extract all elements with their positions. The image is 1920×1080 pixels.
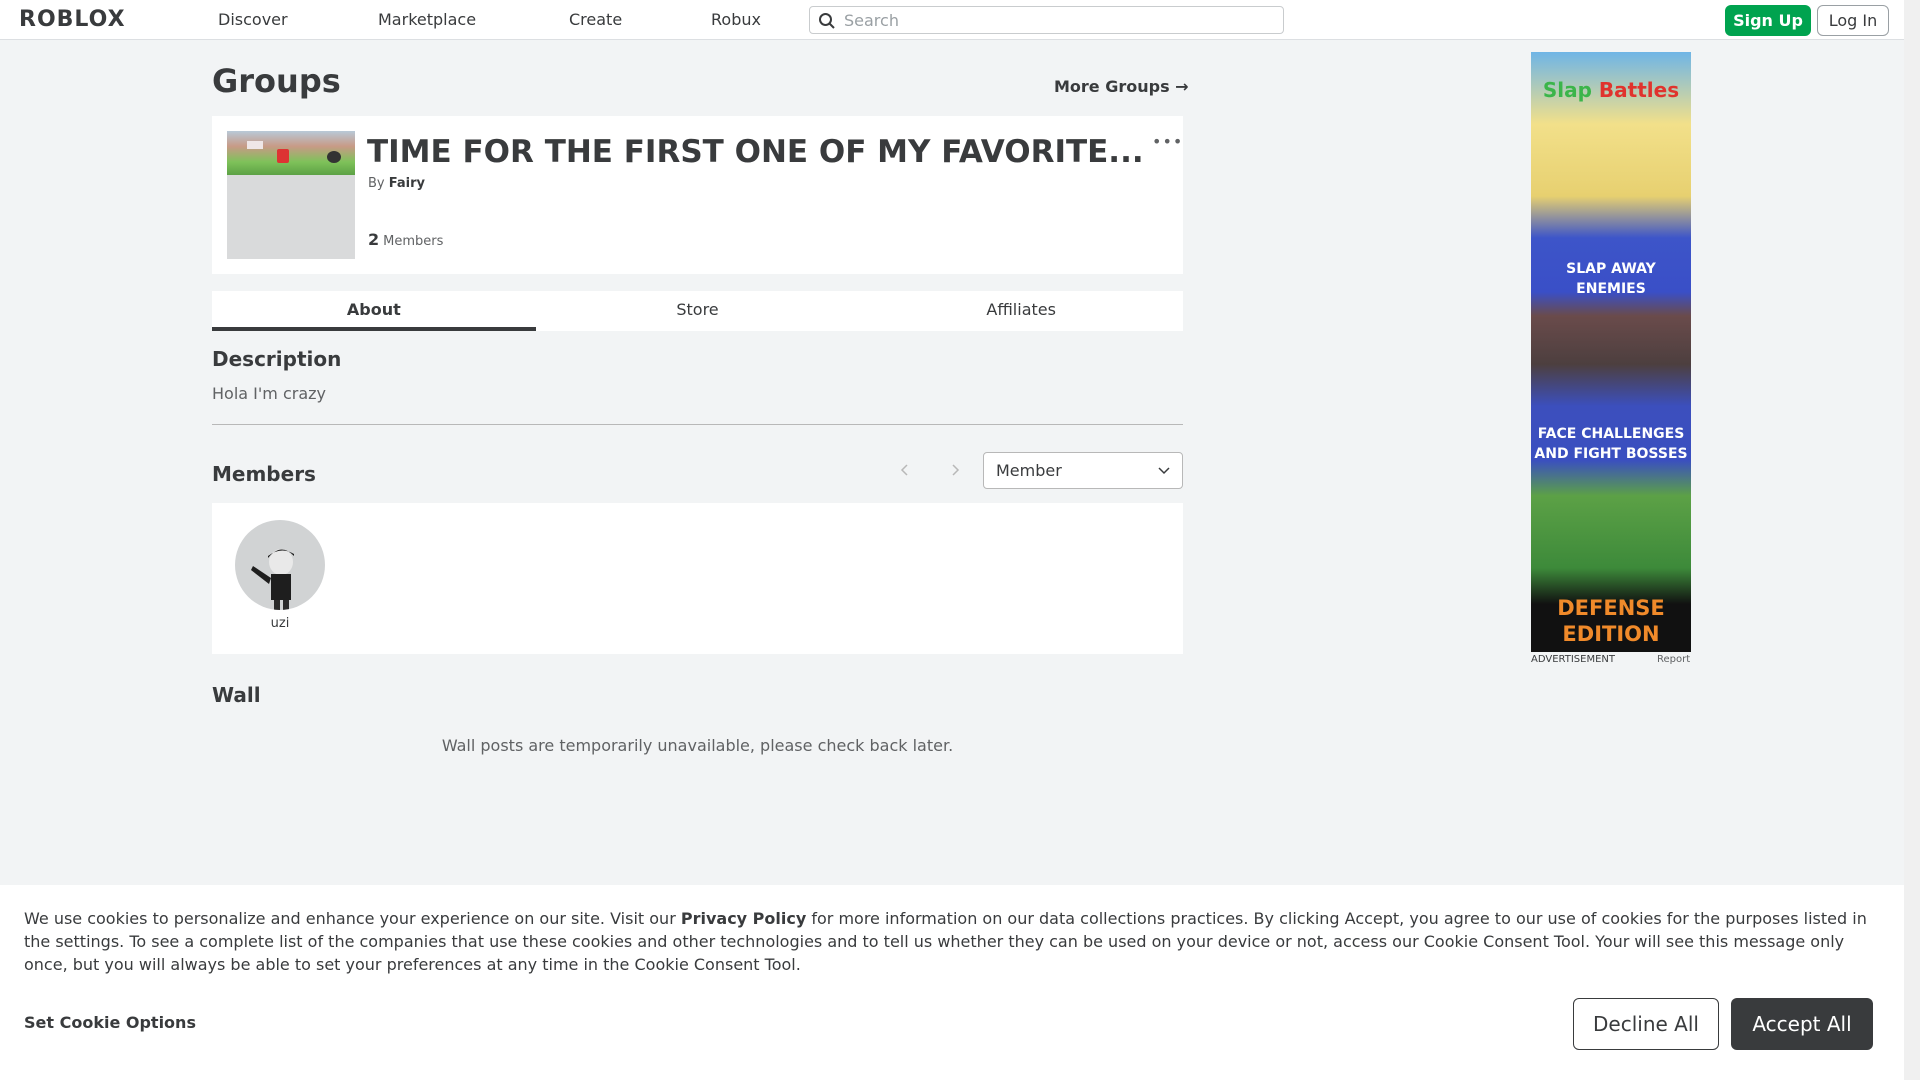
member-name[interactable]: uzi [235, 616, 325, 631]
search-box [809, 6, 1284, 34]
cookie-message: We use cookies to personalize and enhanc… [24, 907, 1884, 976]
ad-title-part2: Battles [1598, 78, 1680, 102]
ad-slogan-3: DEFENSE EDITION [1531, 595, 1691, 647]
ad-line-5: DEFENSE [1557, 596, 1665, 620]
group-member-count: 2 Members [368, 230, 443, 249]
owner-link[interactable]: Fairy [389, 176, 425, 191]
decline-all-button[interactable]: Decline All [1573, 998, 1719, 1050]
members-list: uzi [212, 503, 1183, 654]
accept-all-button[interactable]: Accept All [1731, 998, 1873, 1050]
ad-line-3: FACE CHALLENGES [1537, 426, 1685, 442]
nav-discover[interactable]: Discover [218, 10, 288, 29]
tab-store[interactable]: Store [536, 291, 860, 331]
role-select-value: Member [996, 461, 1062, 480]
avatar-figure-icon [251, 549, 294, 610]
more-options-icon[interactable]: ••• [1152, 132, 1183, 151]
report-ad-link[interactable]: Report [1657, 654, 1690, 665]
top-navigation-bar: ROBLOX Discover Marketplace Create Robux… [0, 0, 1904, 40]
description-heading: Description [212, 347, 342, 371]
group-name: TIME FOR THE FIRST ONE OF MY FAVORITE... [367, 134, 1144, 170]
privacy-policy-link[interactable]: Privacy Policy [681, 909, 806, 928]
ad-slogan-1: SLAP AWAY ENEMIES [1531, 259, 1691, 299]
tab-about[interactable]: About [212, 291, 536, 331]
description-text: Hola I'm crazy [212, 384, 326, 403]
ad-slogan-2: FACE CHALLENGES AND FIGHT BOSSES [1531, 424, 1691, 464]
section-divider [212, 424, 1183, 425]
more-groups-link[interactable]: More Groups → [1054, 77, 1189, 96]
sign-up-button[interactable]: Sign Up [1725, 5, 1811, 36]
tab-affiliates[interactable]: Affiliates [859, 291, 1183, 331]
set-cookie-options-link[interactable]: Set Cookie Options [24, 1013, 196, 1032]
page-title: Groups [212, 62, 341, 100]
cookie-text-before: We use cookies to personalize and enhanc… [24, 909, 681, 928]
ad-line-6: EDITION [1562, 622, 1660, 646]
log-in-button[interactable]: Log In [1817, 5, 1889, 36]
previous-page-icon[interactable] [895, 460, 915, 480]
advertisement-label: ADVERTISEMENT [1531, 654, 1616, 665]
group-emblem-image [227, 131, 355, 259]
member-count-value: 2 [368, 230, 380, 249]
nav-create[interactable]: Create [569, 10, 622, 29]
by-label: By [368, 176, 385, 191]
ad-title-part1: Slap [1542, 78, 1592, 102]
roblox-logo[interactable]: ROBLOX [19, 7, 126, 32]
members-heading: Members [212, 462, 316, 486]
next-page-icon[interactable] [945, 460, 965, 480]
nav-marketplace[interactable]: Marketplace [378, 10, 476, 29]
member-count-label: Members [383, 234, 444, 249]
ad-line-1: SLAP AWAY [1566, 261, 1656, 277]
ad-line-4: AND FIGHT BOSSES [1534, 446, 1688, 462]
group-header-card: TIME FOR THE FIRST ONE OF MY FAVORITE...… [212, 116, 1183, 274]
ad-title: Slap Battles [1531, 78, 1691, 102]
advertisement-banner[interactable]: Slap Battles SLAP AWAY ENEMIES FACE CHAL… [1531, 52, 1691, 652]
chevron-down-icon [1158, 467, 1170, 475]
search-icon [819, 13, 835, 29]
wall-unavailable-message: Wall posts are temporarily unavailable, … [441, 736, 954, 755]
search-input[interactable] [844, 10, 1274, 30]
page-scrollbar[interactable] [1904, 0, 1920, 1080]
wall-heading: Wall [212, 683, 261, 707]
ad-line-2: ENEMIES [1576, 281, 1646, 297]
nav-robux[interactable]: Robux [711, 10, 761, 29]
cookie-consent-banner: We use cookies to personalize and enhanc… [0, 885, 1904, 1080]
group-tabs: About Store Affiliates [212, 291, 1183, 331]
member-avatar[interactable] [235, 520, 325, 610]
role-select-dropdown[interactable]: Member [983, 452, 1183, 489]
group-owner: By Fairy [368, 176, 425, 191]
